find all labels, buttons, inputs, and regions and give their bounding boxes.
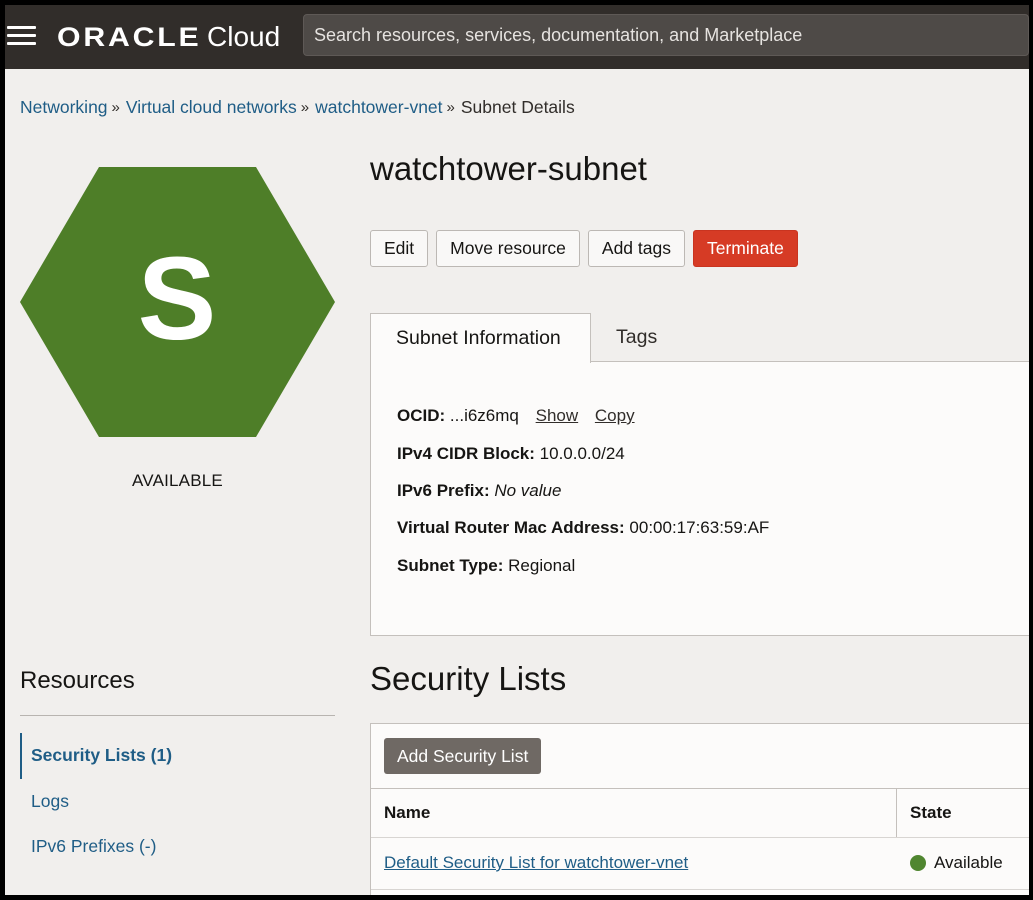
- available-status-dot-icon: [910, 855, 926, 871]
- ocid-value: ...i6z6mq: [449, 406, 519, 425]
- search-input[interactable]: [314, 25, 1028, 46]
- breadcrumb-separator: »: [446, 99, 455, 116]
- lifecycle-status: AVAILABLE: [132, 471, 223, 490]
- resources-divider: [20, 715, 335, 716]
- breadcrumb-current: Subnet Details: [460, 97, 575, 117]
- subnet-type-label: Subnet Type:: [397, 556, 504, 575]
- column-divider: [896, 789, 897, 837]
- oracle-cloud-logo[interactable]: ORACLE Cloud: [57, 20, 280, 54]
- tab-tags[interactable]: Tags: [616, 313, 657, 362]
- subnet-hexagon-icon: S: [20, 167, 335, 437]
- resource-item-logs[interactable]: Logs: [31, 791, 69, 812]
- breadcrumb-virtual-cloud-networks[interactable]: Virtual cloud networks: [126, 97, 297, 118]
- edit-button[interactable]: Edit: [370, 230, 429, 267]
- mac-label: Virtual Router Mac Address:: [397, 518, 625, 537]
- breadcrumb-separator: »: [111, 99, 120, 116]
- security-list-state: Available: [910, 853, 1003, 873]
- mac-row: Virtual Router Mac Address: 00:00:17:63:…: [397, 518, 769, 538]
- search-bar[interactable]: [303, 14, 1029, 56]
- ocid-row: OCID: ...i6z6mq Show Copy: [397, 406, 635, 426]
- terminate-button[interactable]: Terminate: [692, 230, 798, 267]
- ipv6-label: IPv6 Prefix:: [397, 481, 490, 500]
- add-security-list-button[interactable]: Add Security List: [384, 738, 542, 774]
- add-tags-button[interactable]: Add tags: [587, 230, 685, 267]
- security-lists-heading: Security Lists: [370, 660, 567, 697]
- breadcrumb-networking[interactable]: Networking: [20, 97, 108, 118]
- resource-item-ipv6-prefixes[interactable]: IPv6 Prefixes (-): [31, 836, 156, 857]
- action-bar: Edit Move resource Add tags Terminate: [370, 230, 806, 267]
- ocid-copy-link[interactable]: Copy: [595, 406, 635, 425]
- security-list-link[interactable]: Default Security List for watchtower-vne…: [384, 853, 688, 873]
- resources-heading: Resources: [20, 667, 135, 694]
- detail-tabs: Subnet Information Tags: [370, 313, 1029, 363]
- top-navigation-bar: ORACLE Cloud: [5, 5, 1029, 69]
- brand-oracle: ORACLE: [57, 21, 202, 52]
- table-row: Default Security List for watchtower-vne…: [371, 838, 1029, 890]
- ipv6-row: IPv6 Prefix: No value: [397, 481, 561, 501]
- ipv6-value: No value: [494, 481, 562, 500]
- breadcrumb: Networking » Virtual cloud networks » wa…: [20, 97, 575, 118]
- hexagon-letter: S: [138, 233, 217, 365]
- ipv4-value: 10.0.0.0/24: [539, 444, 625, 463]
- security-lists-table-card: Add Security List Name State Default Sec…: [370, 723, 1029, 895]
- ocid-show-link[interactable]: Show: [536, 406, 579, 425]
- subnet-type-value: Regional: [508, 556, 576, 575]
- subnet-information-panel: OCID: ...i6z6mq Show Copy IPv4 CIDR Bloc…: [370, 361, 1029, 636]
- ipv4-label: IPv4 CIDR Block:: [397, 444, 535, 463]
- breadcrumb-vcn[interactable]: watchtower-vnet: [315, 97, 442, 118]
- menu-icon[interactable]: [7, 26, 36, 46]
- active-indicator: [20, 733, 22, 779]
- ocid-label: OCID:: [397, 406, 446, 425]
- breadcrumb-separator: »: [300, 99, 310, 116]
- table-header-row: Name State: [371, 788, 1029, 838]
- column-header-state[interactable]: State: [910, 789, 952, 837]
- move-resource-button[interactable]: Move resource: [436, 230, 580, 267]
- tab-subnet-information[interactable]: Subnet Information: [370, 313, 591, 363]
- subnet-type-row: Subnet Type: Regional: [397, 556, 575, 576]
- ipv4-row: IPv4 CIDR Block: 10.0.0.0/24: [397, 444, 625, 464]
- security-list-state-text: Available: [934, 853, 1003, 872]
- page-title: watchtower-subnet: [370, 150, 647, 187]
- column-header-name[interactable]: Name: [384, 789, 430, 837]
- mac-value: 00:00:17:63:59:AF: [629, 518, 770, 537]
- console-frame: ORACLE Cloud Networking » Virtual cloud …: [5, 5, 1029, 895]
- resource-item-security-lists[interactable]: Security Lists (1): [31, 745, 172, 766]
